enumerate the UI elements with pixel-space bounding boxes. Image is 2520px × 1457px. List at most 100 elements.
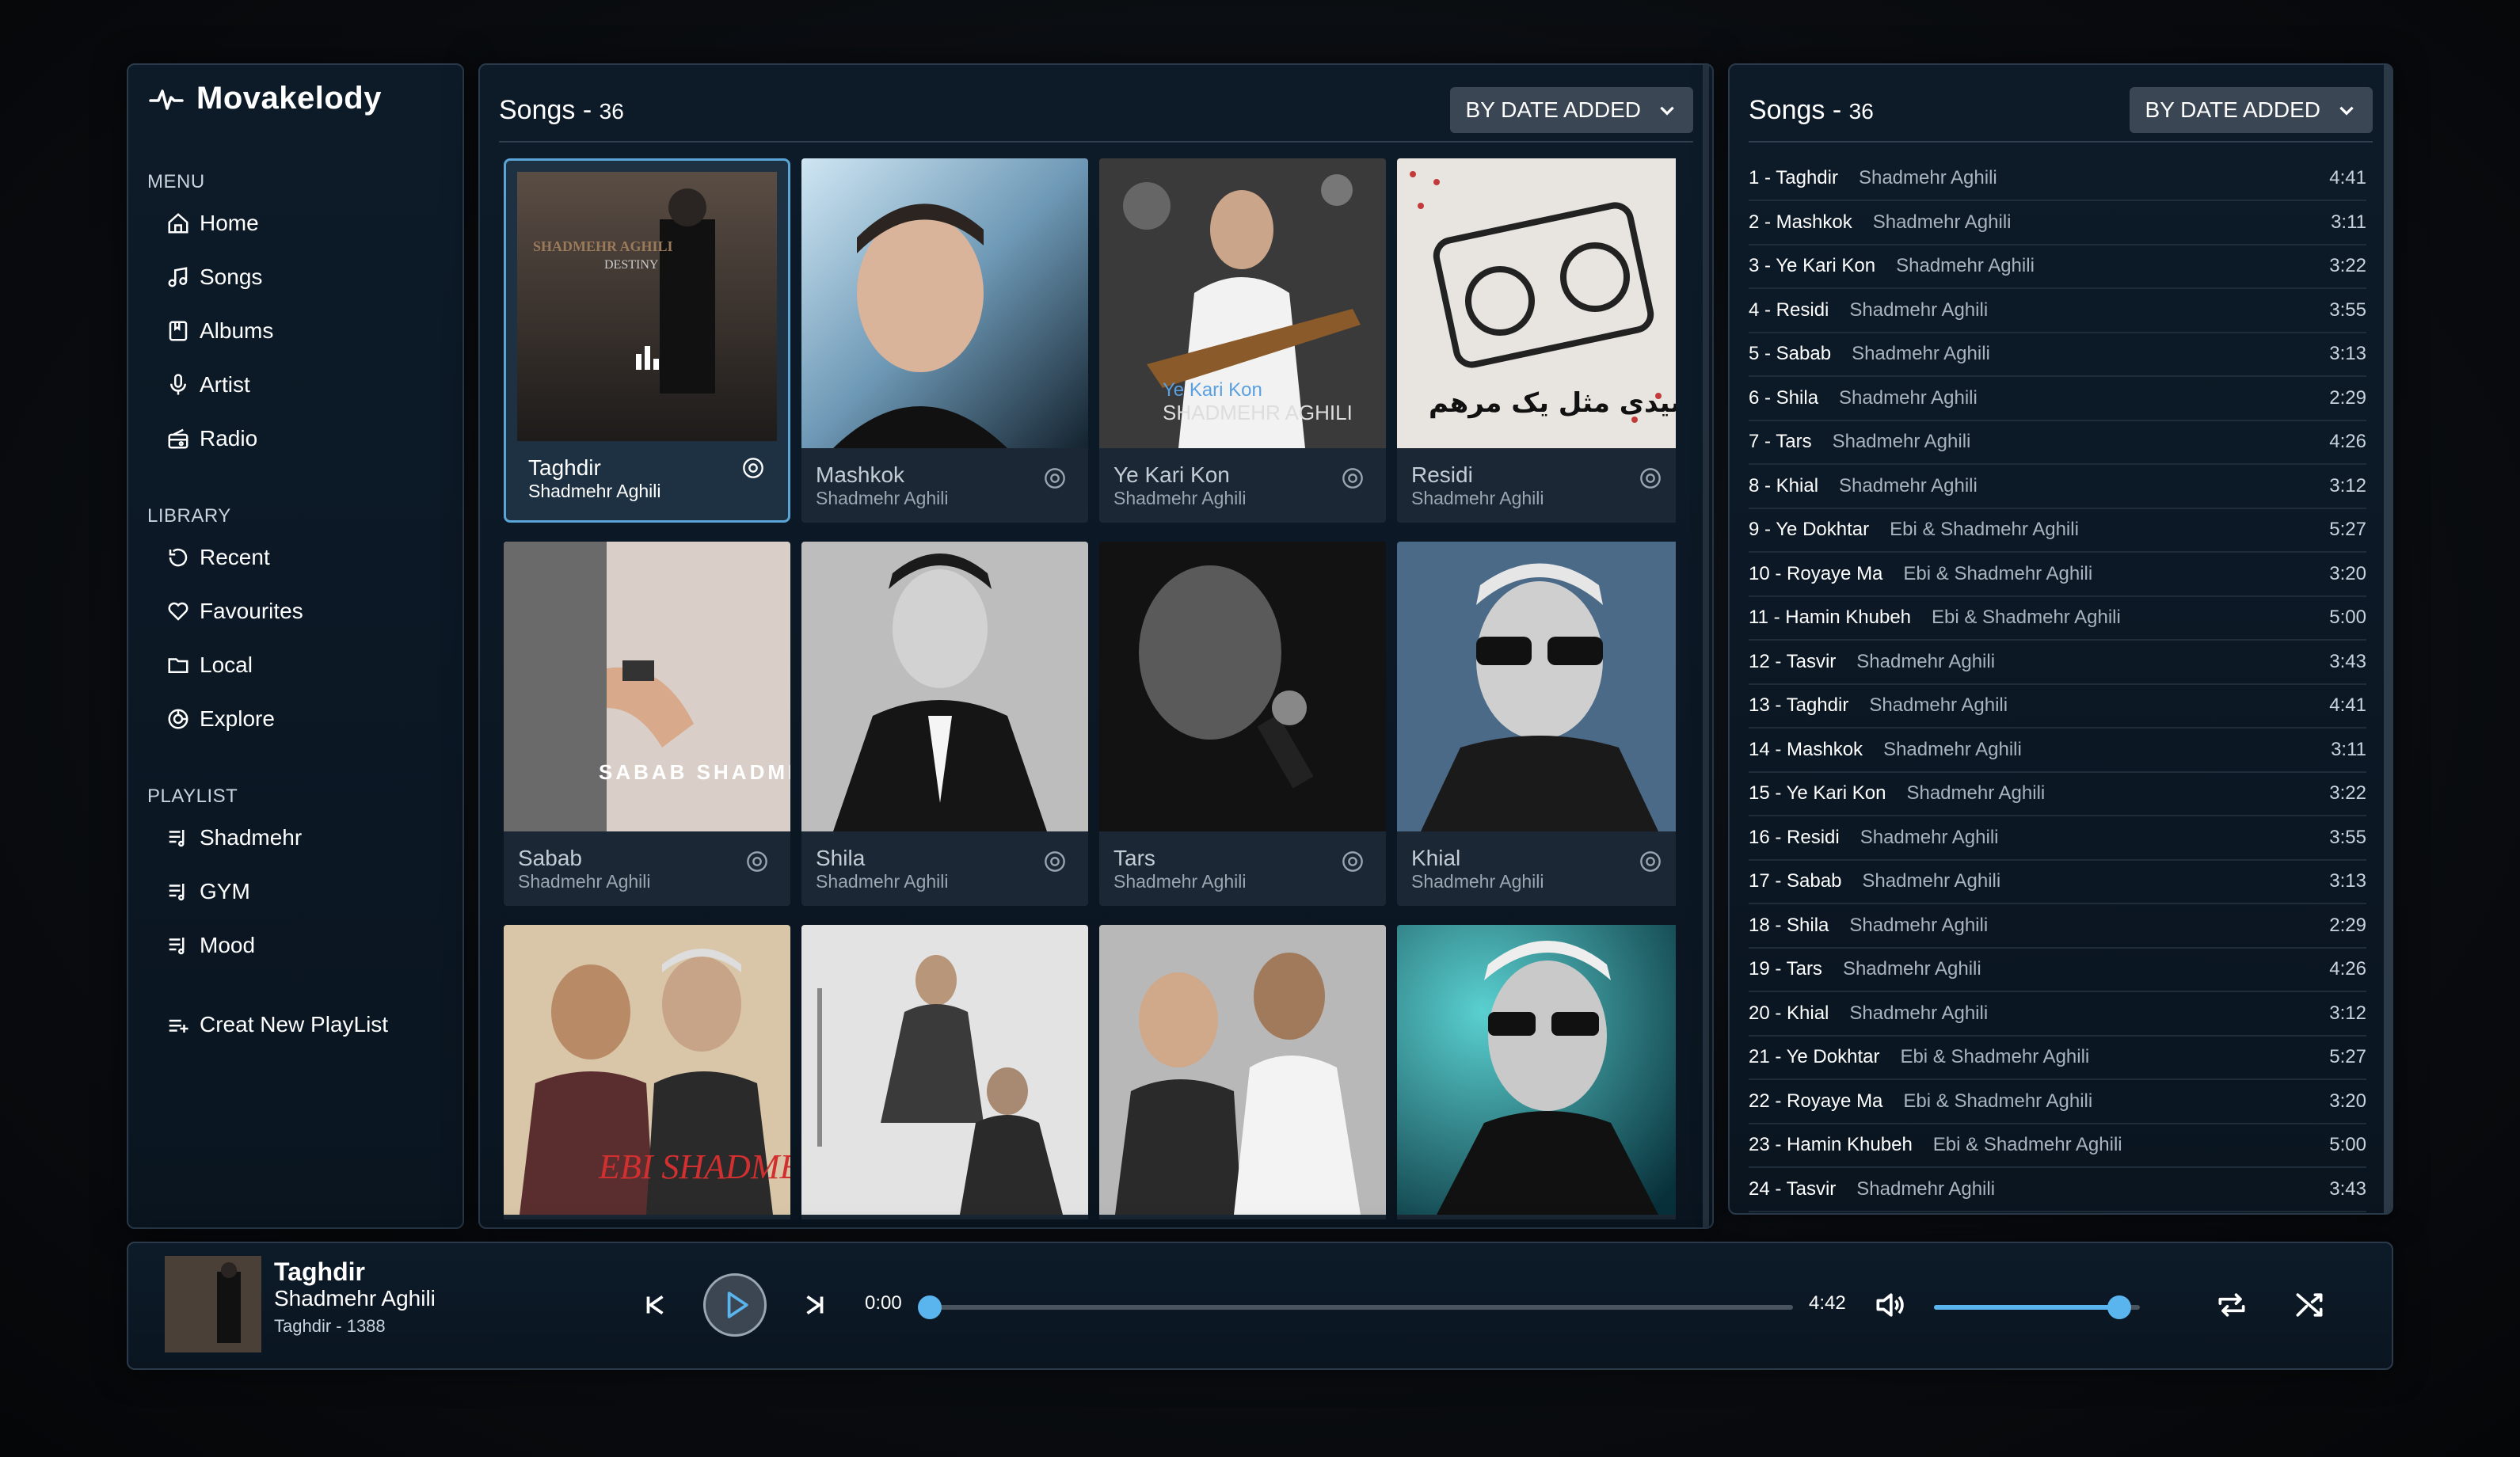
nav-recent-label: Recent bbox=[200, 545, 270, 569]
song-list-row[interactable]: 6 - Shila Shadmehr Aghili 2:29 bbox=[1749, 379, 2366, 421]
album-grid: SHADMEHR AGHILI DESTINY Taghdir Shadmehr… bbox=[504, 158, 1676, 1219]
song-list-row[interactable]: 17 - Sabab Shadmehr Aghili 3:13 bbox=[1749, 862, 2366, 904]
album-cover: SHADMEHR AGHILI DESTINY bbox=[517, 172, 777, 441]
nav-favourites[interactable]: Favourites bbox=[166, 599, 303, 624]
song-list-row[interactable]: 22 - Royaye Ma Ebi & Shadmehr Aghili 3:20 bbox=[1749, 1082, 2366, 1124]
song-list-title: 5 - Sabab bbox=[1749, 343, 1832, 364]
grid-header: Songs - 36 BY DATE ADDED bbox=[499, 87, 1693, 135]
repeat-button[interactable] bbox=[2214, 1288, 2249, 1322]
song-card[interactable] bbox=[801, 925, 1088, 1219]
song-card[interactable]: Mashkok Shadmehr Aghili bbox=[801, 158, 1088, 523]
nav-radio[interactable]: Radio bbox=[166, 426, 257, 451]
song-list-row[interactable]: 15 - Ye Kari Kon Shadmehr Aghili 3:22 bbox=[1749, 774, 2366, 816]
play-circle-icon[interactable] bbox=[746, 850, 768, 873]
nav-explore-label: Explore bbox=[200, 706, 275, 731]
grid-sort-dropdown[interactable]: BY DATE ADDED bbox=[1449, 87, 1693, 133]
nav-recent[interactable]: Recent bbox=[166, 545, 270, 570]
volume-button[interactable] bbox=[1872, 1288, 1907, 1322]
grid-sort-label: BY DATE ADDED bbox=[1465, 97, 1641, 122]
playlist-item-mood[interactable]: Mood bbox=[166, 933, 255, 958]
song-card[interactable] bbox=[1099, 925, 1386, 1219]
song-list-title: 24 - Tasvir bbox=[1749, 1177, 1837, 1200]
play-circle-icon[interactable] bbox=[742, 457, 764, 479]
nav-albums[interactable]: Albums bbox=[166, 318, 273, 344]
list-sort-dropdown[interactable]: BY DATE ADDED bbox=[2129, 87, 2373, 133]
song-list-row[interactable]: 20 - Khial Shadmehr Aghili 3:12 bbox=[1749, 994, 2366, 1037]
album-cover bbox=[801, 158, 1088, 448]
song-card-artist: Shadmehr Aghili bbox=[1411, 488, 1544, 508]
song-card[interactable]: SHADMEHR AGHILI DESTINY Taghdir Shadmehr… bbox=[504, 158, 790, 523]
song-list-duration: 5:00 bbox=[2329, 607, 2366, 628]
song-card[interactable]: Khial Shadmehr Aghili bbox=[1397, 542, 1676, 906]
shuffle-button[interactable] bbox=[2292, 1288, 2327, 1322]
song-card[interactable]: EBI SHADMEHR bbox=[504, 925, 790, 1219]
song-card-title: Residi bbox=[1411, 462, 1473, 487]
song-list-row[interactable]: 2 - Mashkok Shadmehr Aghili 3:11 bbox=[1749, 203, 2366, 245]
next-button[interactable] bbox=[801, 1291, 830, 1319]
album-cover: EBI SHADMEHR bbox=[504, 925, 790, 1215]
grid-scrollbar[interactable] bbox=[1703, 65, 1709, 1227]
song-list-row[interactable]: 4 - Residi Shadmehr Aghili 3:55 bbox=[1749, 291, 2366, 333]
song-list-row[interactable]: 14 - Mashkok Shadmehr Aghili 3:11 bbox=[1749, 730, 2366, 773]
song-list-row[interactable]: 23 - Hamin Khubeh Ebi & Shadmehr Aghili 5:… bbox=[1749, 1125, 2366, 1168]
album-cover bbox=[1397, 542, 1676, 831]
song-list-row[interactable]: 19 - Tars Shadmehr Aghili 4:26 bbox=[1749, 949, 2366, 992]
song-list-row[interactable]: 18 - Shila Shadmehr Aghili 2:29 bbox=[1749, 906, 2366, 949]
song-list-row[interactable]: 21 - Ye Dokhtar Ebi & Shadmehr Aghili 5:27 bbox=[1749, 1037, 2366, 1080]
play-circle-icon[interactable] bbox=[1342, 467, 1364, 489]
song-list-row[interactable]: 3 - Ye Kari Kon Shadmehr Aghili 3:22 bbox=[1749, 246, 2366, 289]
song-list-row[interactable]: 24 - Tasvir Shadmehr Aghili 3:43 bbox=[1749, 1170, 2366, 1212]
playlist-item-shadmehr[interactable]: Shadmehr bbox=[166, 825, 302, 850]
song-list-row[interactable]: 8 - Khial Shadmehr Aghili 3:12 bbox=[1749, 466, 2366, 509]
song-card[interactable] bbox=[1397, 925, 1676, 1219]
progress-track[interactable] bbox=[930, 1305, 1793, 1310]
song-list-row[interactable]: 11 - Hamin Khubeh Ebi & Shadmehr Aghili 5:… bbox=[1749, 598, 2366, 641]
previous-button[interactable] bbox=[640, 1291, 668, 1319]
menu-section-title: MENU bbox=[147, 171, 205, 192]
song-list-row[interactable]: 10 - Royaye Ma Ebi & Shadmehr Aghili 3:20 bbox=[1749, 554, 2366, 597]
chevron-down-icon bbox=[1660, 106, 1674, 116]
song-list-duration: 5:27 bbox=[2329, 519, 2366, 540]
play-circle-icon[interactable] bbox=[1639, 850, 1662, 873]
create-playlist-button[interactable]: Creat New PlayList bbox=[166, 1012, 388, 1037]
nav-songs[interactable]: Songs bbox=[166, 264, 262, 290]
song-list-row[interactable]: 16 - Residi Shadmehr Aghili 3:55 bbox=[1749, 818, 2366, 861]
song-card[interactable]: SABAB SHADMEHR Sabab Shadmehr Aghili bbox=[504, 542, 790, 906]
volume-knob[interactable] bbox=[2107, 1295, 2131, 1319]
list-scrollbar[interactable] bbox=[2384, 65, 2392, 1213]
album-cover: رسیدی مثل یک مرهم bbox=[1397, 158, 1676, 448]
play-button[interactable] bbox=[703, 1273, 767, 1337]
nav-artist[interactable]: Artist bbox=[166, 372, 250, 398]
list-sort-label: BY DATE ADDED bbox=[2145, 97, 2320, 122]
song-card[interactable]: Ye Kari Kon SHADMEHR AGHILI Ye Kari Kon … bbox=[1099, 158, 1386, 523]
song-list-row[interactable]: 7 - Tars Shadmehr Aghili 4:26 bbox=[1749, 422, 2366, 465]
song-list-row[interactable]: 1 - Taghdir Shadmehr Aghili 4:41 bbox=[1749, 158, 2366, 201]
playlist-label: Mood bbox=[200, 933, 256, 957]
nav-radio-label: Radio bbox=[200, 426, 258, 451]
song-list-title: 12 - Tasvir bbox=[1749, 650, 1837, 672]
song-card[interactable]: Tars Shadmehr Aghili bbox=[1099, 542, 1386, 906]
play-circle-icon[interactable] bbox=[1044, 850, 1066, 873]
song-list-title: 19 - Tars bbox=[1749, 958, 1822, 980]
nav-home[interactable]: Home bbox=[166, 211, 259, 236]
song-list-row[interactable]: 12 - Tasvir Shadmehr Aghili 3:43 bbox=[1749, 642, 2366, 685]
song-list-row[interactable]: 5 - Sabab Shadmehr Aghili 3:13 bbox=[1749, 334, 2366, 377]
song-list-row[interactable]: 9 - Ye Dokhtar Ebi & Shadmehr Aghili 5:27 bbox=[1749, 510, 2366, 553]
song-list-artist: Shadmehr Aghili bbox=[1849, 1002, 1989, 1024]
nav-albums-label: Albums bbox=[200, 318, 274, 343]
song-list-row[interactable]: 13 - Taghdir Shadmehr Aghili 4:41 bbox=[1749, 686, 2366, 728]
app-logo[interactable]: Movakelody bbox=[149, 81, 382, 116]
song-card-title: Shila bbox=[816, 846, 866, 870]
nav-explore[interactable]: Explore bbox=[166, 706, 275, 732]
playlist-item-gym[interactable]: GYM bbox=[166, 879, 250, 904]
progress-knob[interactable] bbox=[918, 1295, 942, 1319]
play-circle-icon[interactable] bbox=[1044, 467, 1066, 489]
song-list-title: 22 - Royaye Ma bbox=[1749, 1090, 1883, 1112]
song-list-duration: 3:12 bbox=[2329, 1002, 2366, 1024]
play-circle-icon[interactable] bbox=[1342, 850, 1364, 873]
song-list-duration: 3:55 bbox=[2329, 826, 2366, 848]
play-circle-icon[interactable] bbox=[1639, 467, 1662, 489]
song-card[interactable]: رسیدی مثل یک مرهم Residi Shadmehr Aghili bbox=[1397, 158, 1676, 523]
nav-local[interactable]: Local bbox=[166, 652, 253, 678]
song-card[interactable]: Shila Shadmehr Aghili bbox=[801, 542, 1088, 906]
